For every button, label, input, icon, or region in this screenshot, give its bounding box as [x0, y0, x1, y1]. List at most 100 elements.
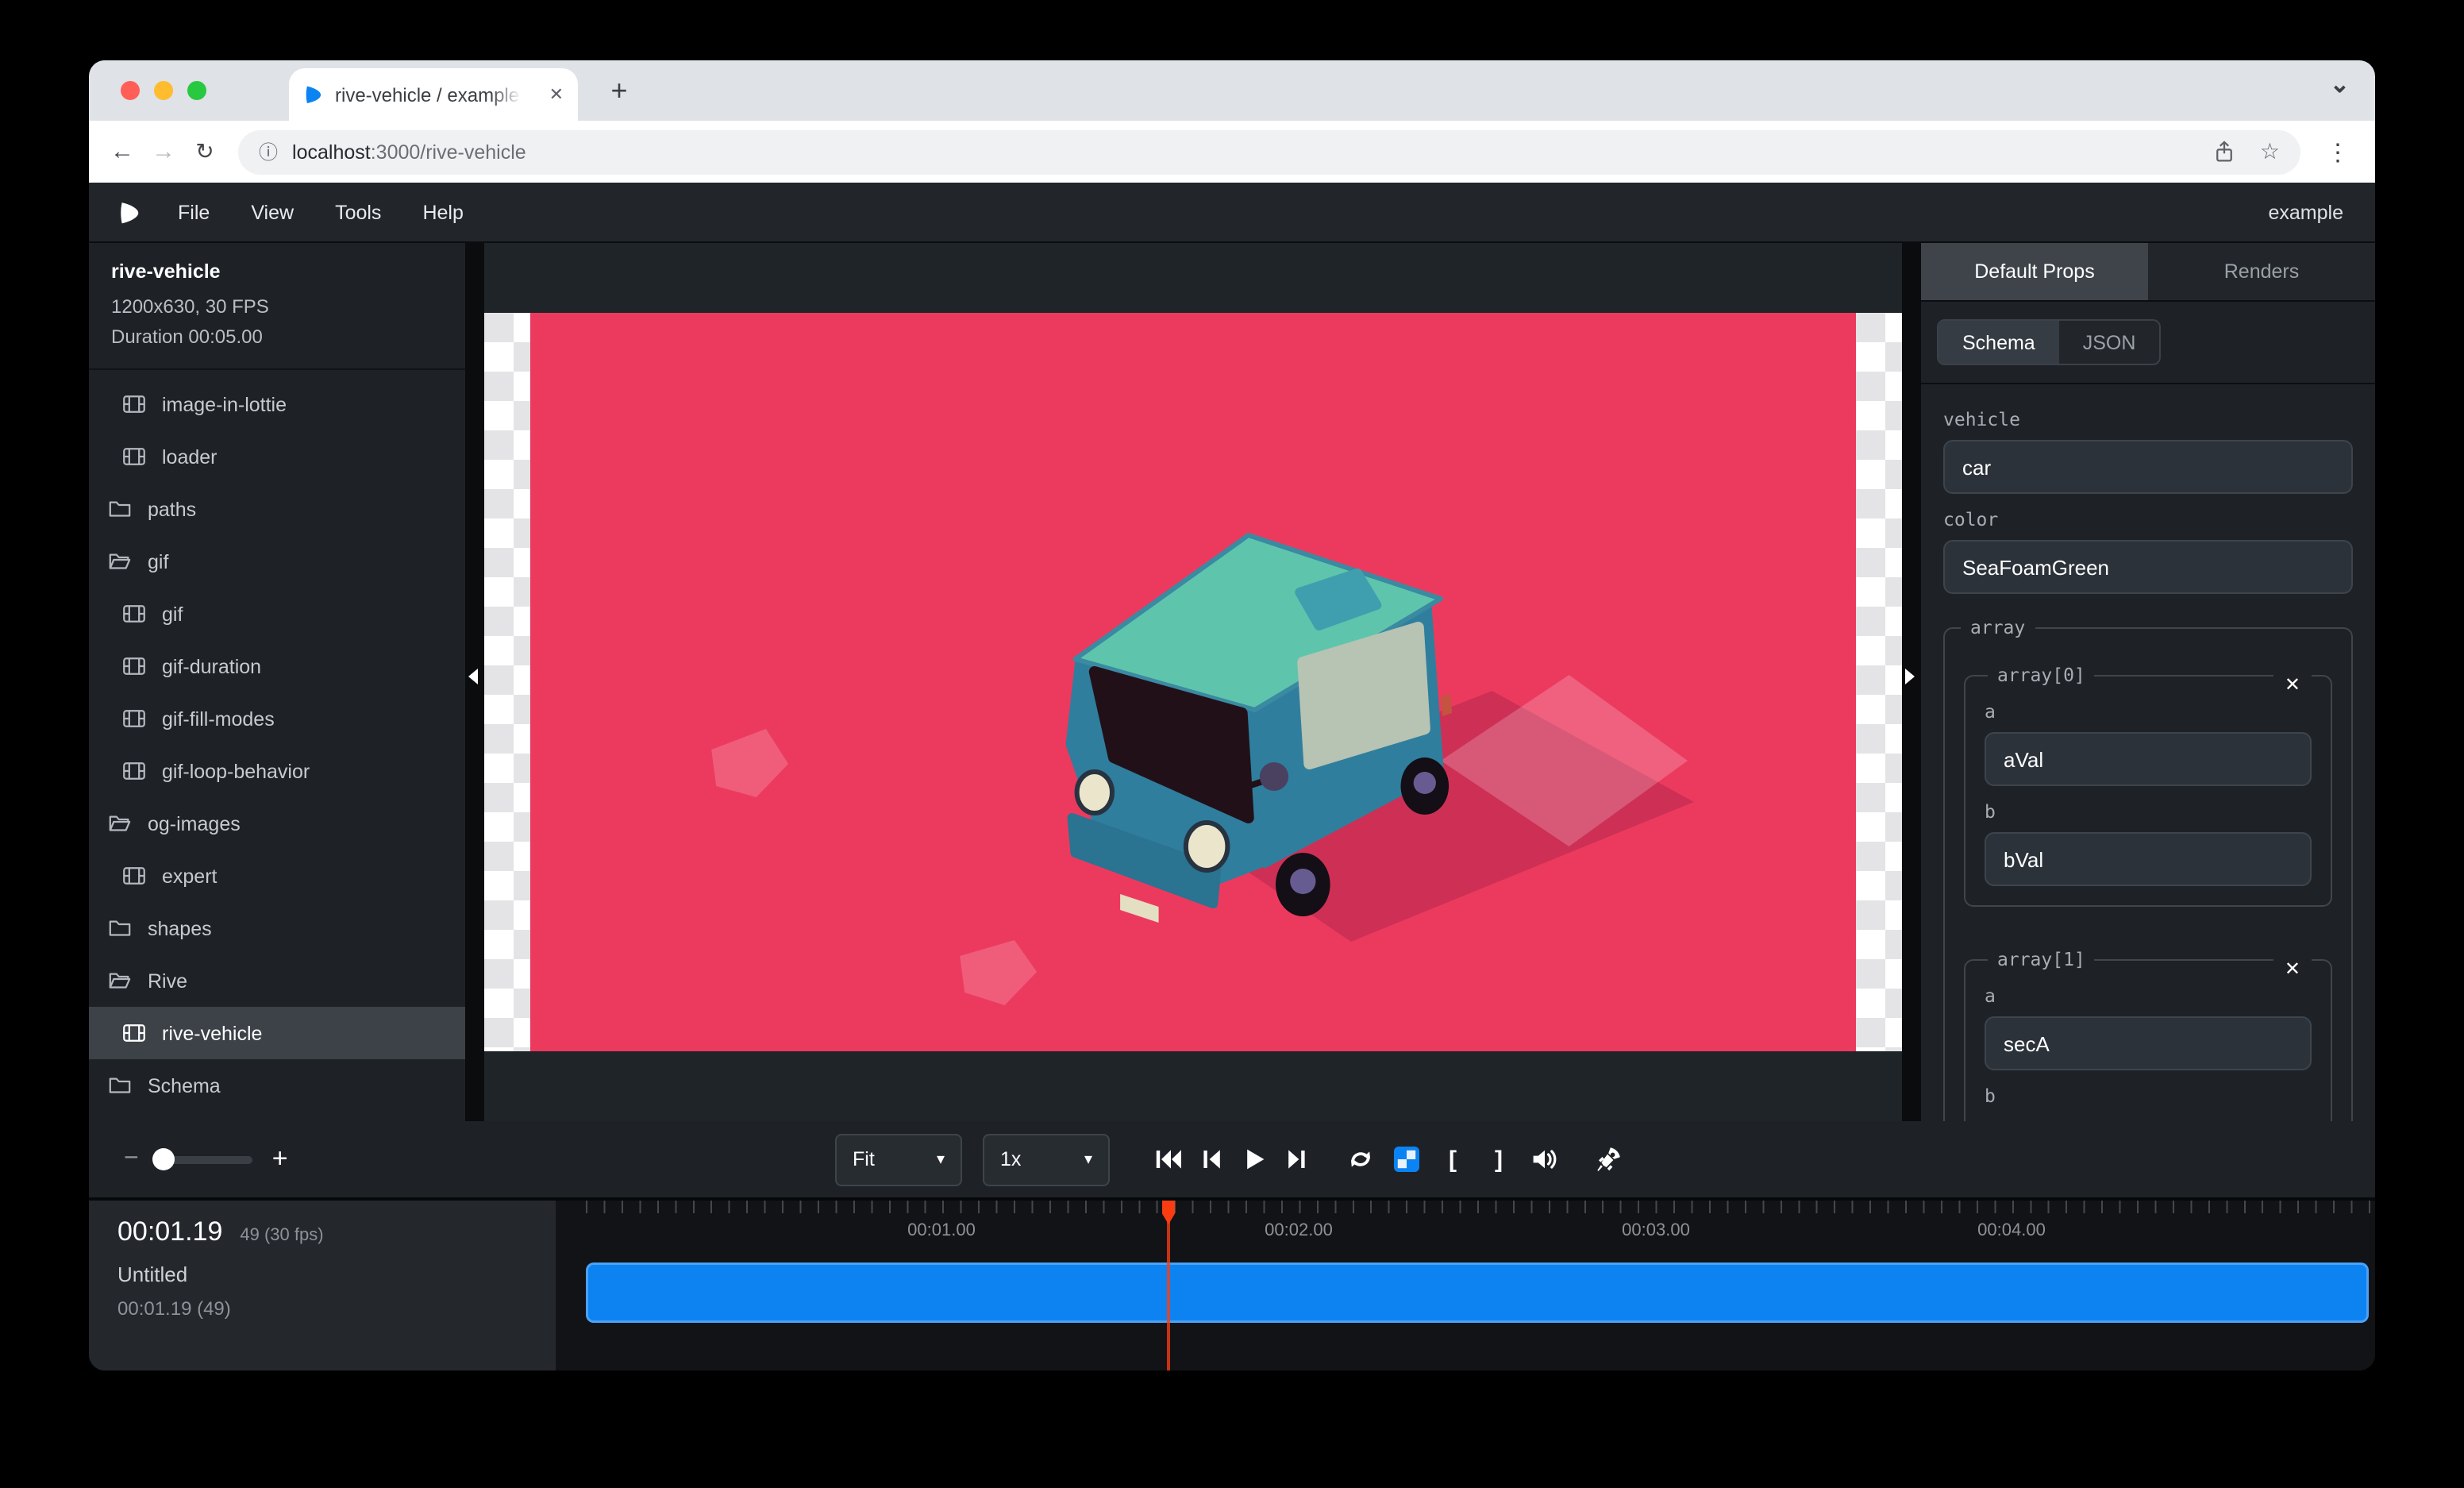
film-icon	[122, 865, 146, 889]
current-time-display: 00:01.19	[117, 1216, 222, 1248]
remotion-logo-icon	[117, 199, 141, 225]
track-duration: 00:01.19 (49)	[117, 1297, 556, 1320]
sidebar-item-image-in-lottie[interactable]: image-in-lottie	[89, 379, 465, 431]
folder-icon	[108, 917, 132, 941]
menu-help[interactable]: Help	[402, 183, 483, 241]
sidebar-item-label: rive-vehicle	[162, 1023, 262, 1045]
minimize-window-button[interactable]	[154, 81, 173, 100]
sidebar-item-rive-vehicle[interactable]: rive-vehicle	[89, 1008, 465, 1060]
transparency-toggle[interactable]	[1386, 1139, 1427, 1180]
sidebar-item-gif-fill-modes[interactable]: gif-fill-modes	[89, 693, 465, 746]
array-0-b-input[interactable]	[1985, 832, 2312, 886]
zoom-slider-thumb[interactable]	[153, 1148, 175, 1170]
remove-array-item-icon[interactable]: ✕	[2273, 672, 2312, 697]
sidebar-folder-og-images[interactable]: og-images	[89, 798, 465, 850]
timeline-track-bar[interactable]	[586, 1262, 2369, 1323]
props-panel-tabs: Default Props Renders	[1921, 243, 2375, 302]
maximize-window-button[interactable]	[187, 81, 206, 100]
volume-button[interactable]	[1524, 1139, 1565, 1180]
menu-tools[interactable]: Tools	[314, 183, 402, 241]
remotion-favicon-icon	[303, 84, 324, 105]
play-button[interactable]	[1234, 1139, 1275, 1180]
tab-renders[interactable]: Renders	[2148, 243, 2375, 300]
remove-array-item-icon[interactable]: ✕	[2273, 956, 2312, 981]
ruler-ticks	[586, 1201, 2375, 1213]
sidebar-item-gif[interactable]: gif	[89, 588, 465, 641]
folder-icon	[108, 498, 132, 522]
folder-open-icon	[108, 550, 132, 574]
composition-list: image-in-lottie loader paths gif gif	[89, 371, 465, 1121]
rocket-icon	[1594, 1145, 1623, 1174]
menu-file[interactable]: File	[157, 183, 230, 241]
ruler-label: 00:02.00	[1265, 1221, 1333, 1240]
previous-frame-button[interactable]	[1191, 1139, 1232, 1180]
skip-end-icon	[1286, 1148, 1308, 1170]
timeline-ruler-area[interactable]: 00:01.00 00:02.00 00:03.00 00:04.00	[556, 1201, 2375, 1370]
jump-to-start-button[interactable]	[1148, 1139, 1189, 1180]
vehicle-input[interactable]	[1943, 440, 2353, 494]
sidebar-item-expert[interactable]: expert	[89, 850, 465, 903]
sidebar-item-loader[interactable]: loader	[89, 431, 465, 484]
forward-button[interactable]: →	[143, 138, 184, 165]
sidebar-item-gif-loop-behavior[interactable]: gif-loop-behavior	[89, 746, 465, 798]
tab-search-chevron-icon[interactable]: ⌄	[2330, 70, 2350, 98]
array-0-a-input[interactable]	[1985, 732, 2312, 786]
menu-view[interactable]: View	[230, 183, 314, 241]
checkerboard-icon	[1394, 1147, 1419, 1172]
back-button[interactable]: ←	[102, 138, 143, 165]
tab-default-props[interactable]: Default Props	[1921, 243, 2148, 300]
sidebar-resize-gutter[interactable]	[465, 243, 484, 1121]
loop-toggle[interactable]	[1340, 1139, 1381, 1180]
sidebar-folder-paths[interactable]: paths	[89, 484, 465, 536]
zoom-slider[interactable]	[158, 1155, 253, 1163]
sidebar-item-label: paths	[148, 499, 196, 521]
toggle-json[interactable]: JSON	[2059, 321, 2160, 364]
bookmark-star-icon[interactable]: ☆	[2260, 138, 2280, 165]
fit-dropdown[interactable]: Fit ▾	[835, 1133, 962, 1185]
panel-resize-gutter[interactable]	[1902, 243, 1921, 1121]
zoom-in-button[interactable]: +	[272, 1143, 288, 1175]
ruler-label: 00:01.00	[907, 1221, 976, 1240]
close-window-button[interactable]	[121, 81, 140, 100]
share-icon[interactable]	[2214, 140, 2236, 164]
zoom-out-button[interactable]: −	[124, 1145, 139, 1174]
props-panel: Default Props Renders Schema JSON vehicl…	[1921, 243, 2375, 1121]
sidebar-folder-shapes[interactable]: shapes	[89, 903, 465, 955]
new-tab-button[interactable]: +	[600, 71, 638, 110]
sidebar-folder-schema[interactable]: Schema	[89, 1060, 465, 1112]
sidebar-item-gif-duration[interactable]: gif-duration	[89, 641, 465, 693]
playhead-handle[interactable]	[1162, 1201, 1175, 1224]
playback-speed-dropdown[interactable]: 1x ▾	[983, 1133, 1110, 1185]
set-out-point-button[interactable]: ]	[1478, 1139, 1519, 1180]
array-item-1: array[1] ✕ a b	[1964, 948, 2332, 1121]
project-duration: Duration 00:05.00	[111, 322, 443, 353]
address-bar[interactable]: ⓘ localhost:3000/rive-vehicle ☆	[238, 129, 2300, 174]
sidebar-item-label: gif	[162, 603, 183, 626]
collapse-right-icon[interactable]	[1905, 669, 1915, 684]
color-input[interactable]	[1943, 540, 2353, 594]
app-menubar: File View Tools Help example	[89, 183, 2375, 243]
jump-to-end-button[interactable]	[1276, 1139, 1318, 1180]
site-info-icon[interactable]: ⓘ	[259, 138, 278, 165]
tab-close-icon[interactable]: ✕	[549, 84, 564, 105]
set-in-point-button[interactable]: [	[1432, 1139, 1473, 1180]
tab-title: rive-vehicle / example - Remoti	[335, 83, 529, 106]
sidebar-item-label: expert	[162, 865, 218, 888]
browser-tab[interactable]: rive-vehicle / example - Remoti ✕	[289, 68, 578, 121]
sidebar-folder-rive[interactable]: Rive	[89, 955, 465, 1008]
transparency-checker-right	[1856, 313, 1902, 1051]
sidebar-folder-gif[interactable]: gif	[89, 536, 465, 588]
toggle-schema[interactable]: Schema	[1938, 321, 2059, 364]
array-1-a-input[interactable]	[1985, 1016, 2312, 1070]
folder-open-icon	[108, 812, 132, 836]
collapse-left-icon[interactable]	[468, 669, 478, 684]
render-button[interactable]	[1588, 1139, 1629, 1180]
project-name: rive-vehicle	[111, 260, 443, 283]
browser-toolbar: ← → ↻ ⓘ localhost:3000/rive-vehicle ☆ ⋮	[89, 121, 2375, 183]
reload-button[interactable]: ↻	[184, 138, 225, 165]
film-icon	[122, 760, 146, 784]
url-path: :3000/rive-vehicle	[371, 141, 526, 163]
play-icon	[1243, 1148, 1265, 1170]
prev-frame-icon	[1200, 1148, 1222, 1170]
browser-menu-icon[interactable]: ⋮	[2313, 137, 2362, 166]
